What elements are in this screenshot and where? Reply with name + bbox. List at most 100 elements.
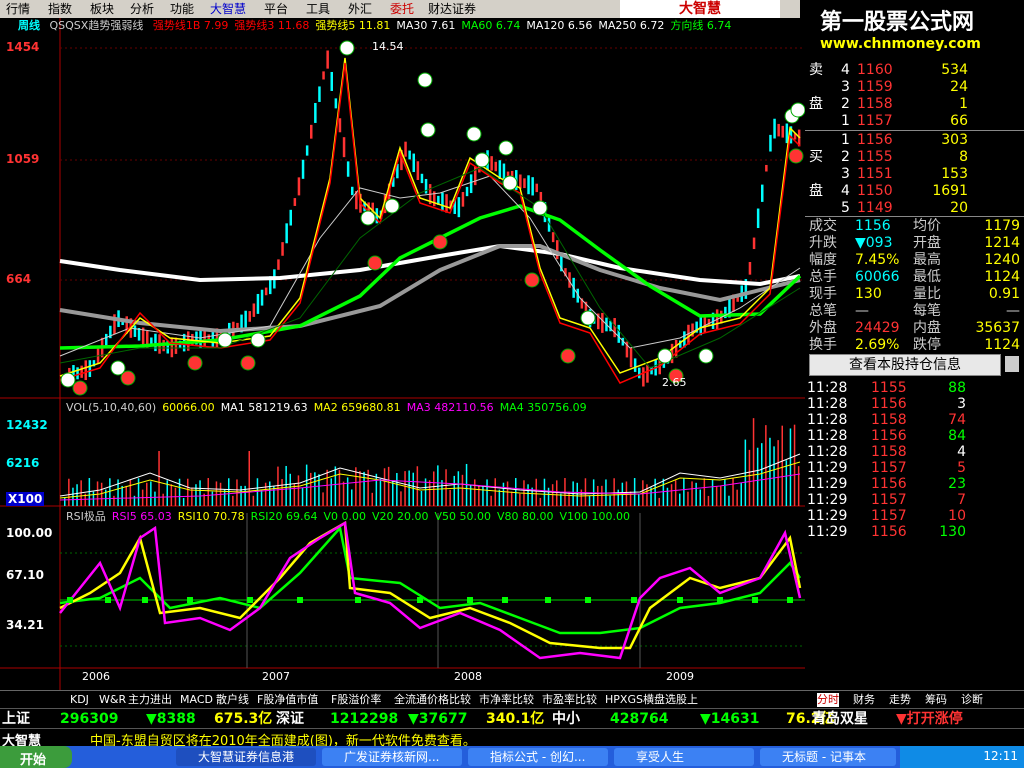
menu-bankuai[interactable]: 板块 [90, 1, 114, 17]
indicator-tab[interactable]: KDJ [70, 693, 89, 707]
volume-bar [658, 497, 660, 506]
index-ticker-item: 1212298 [330, 711, 399, 727]
buy-level-row[interactable]: 盘 4 1150 1691 [805, 183, 1024, 200]
rsi-marker [585, 597, 591, 603]
chart-title-row: 周线 QSQSX趋势强弱线 强势线1B 7.99 强势线3 11.68 强势线5 1… [0, 18, 731, 34]
sell-level-row[interactable]: 3 1159 24 [805, 79, 1024, 96]
sell-level-row[interactable]: 卖 4 1160 534 [805, 62, 1024, 79]
taskbar: 开始 大智慧证券信息港 广发证券核新网... 指标公式 - 创幻... 享受人生… [0, 746, 1024, 768]
right-tab[interactable]: 财务 [853, 693, 875, 707]
volume-bar [400, 491, 402, 506]
candle [523, 178, 526, 189]
rsi10-line [59, 520, 802, 650]
indicator-value: 强势线3 11.68 [234, 19, 310, 32]
indicator-tab[interactable]: W&R [99, 693, 126, 707]
menu-gongju[interactable]: 工具 [306, 1, 330, 17]
scroll-right-icon[interactable] [1005, 356, 1019, 372]
indicator-value: MA60 6.74 [461, 19, 521, 32]
task-notepad[interactable]: 无标题 - 记事本 [760, 748, 896, 766]
buy-level-row[interactable]: 5 1149 20 [805, 200, 1024, 217]
buy-level-row[interactable]: 买 2 1155 8 [805, 149, 1024, 166]
volume-bar [740, 482, 742, 506]
tick-volume: 23 [948, 476, 966, 492]
watermark-title: 第一股票公式网 [820, 10, 975, 35]
indicator-tab[interactable]: MACD [180, 693, 213, 707]
volume-bar [371, 492, 373, 506]
volume-bar [457, 471, 460, 506]
volume-bar [326, 469, 328, 506]
volume-bar [683, 478, 685, 506]
menu-pingtai[interactable]: 平台 [264, 1, 288, 17]
menu-gongneng[interactable]: 功能 [170, 1, 194, 17]
indicator-tab[interactable]: 主力进出 [128, 693, 172, 707]
candle [277, 259, 280, 270]
volume-bar [170, 484, 173, 506]
stats-row: 总笔 — 每笔 — [805, 303, 1024, 320]
task-guangfa[interactable]: 广发证券核新网... [322, 748, 462, 766]
task-dazhihui[interactable]: 大智慧证券信息港 [176, 748, 316, 766]
holding-info-button[interactable]: 查看本股持仓信息 [809, 354, 1001, 376]
menu-zhishu[interactable]: 指数 [48, 1, 72, 17]
buy-level-row[interactable]: 1 1156 303 [805, 132, 1024, 149]
quote-panel: 卖 4 1160 534 3 1159 24 盘 2 1158 1 1 1157 66 1 1156 303 买 2… [805, 60, 1024, 378]
indicator-tab[interactable]: 市净率比较 [479, 693, 534, 707]
menu-weituo[interactable]: 委托 [390, 1, 414, 17]
indicator-tab[interactable]: 全流通价格比较 [394, 693, 471, 707]
vol-axis-label-top: 12432 [6, 418, 48, 432]
candle [420, 173, 424, 184]
rsi-axis-label-top: 100.00 [6, 526, 53, 540]
candle [465, 186, 469, 197]
volume-bar [256, 478, 259, 506]
right-tab[interactable]: 分时 [817, 693, 839, 707]
right-tab[interactable]: 诊断 [961, 693, 983, 707]
candle [334, 98, 338, 109]
start-button[interactable]: 开始 [0, 746, 72, 768]
volume-info-row: VOL(5,10,40,60) 60066.00 MA1 581219.63 MA2 … [60, 401, 587, 415]
level-price: 1159 [857, 79, 893, 95]
level-number: 5 [841, 200, 850, 216]
candle [646, 364, 649, 383]
year-label-2006: 2006 [82, 670, 110, 683]
volume-bar [543, 478, 546, 506]
rsi-marker [631, 597, 637, 603]
candle [264, 287, 268, 296]
menu-waihui[interactable]: 外汇 [348, 1, 372, 17]
volume-bar [490, 495, 492, 506]
tick-list[interactable]: 11:28 1155 88 11:28 1156 3 11:28 1158 74 11:28 115… [805, 378, 1024, 690]
sell-level-row[interactable]: 1 1157 66 [805, 113, 1024, 130]
level-price: 1150 [857, 183, 893, 199]
rsi-marker [297, 597, 303, 603]
menu-dazhihui[interactable]: 大智慧 [210, 1, 246, 17]
right-tab[interactable]: 走势 [889, 693, 911, 707]
indicator-tab[interactable]: HPXGS横盘选股上 [605, 693, 698, 707]
menu-hangqing[interactable]: 行情 [6, 1, 30, 17]
volume-bar [797, 466, 800, 506]
volume-bar [679, 493, 681, 506]
volume-bar [613, 478, 615, 506]
smiley-icon [250, 332, 266, 348]
buy-level-row[interactable]: 3 1151 153 [805, 166, 1024, 183]
right-tab[interactable]: 筹码 [925, 693, 947, 707]
candle [412, 153, 415, 173]
task-enjoy-life[interactable]: 享受人生 [614, 748, 754, 766]
task-formula[interactable]: 指标公式 - 创幻... [468, 748, 608, 766]
candle [756, 208, 760, 229]
stat-value: 24429 [855, 320, 900, 336]
menu-fenxi[interactable]: 分析 [130, 1, 154, 17]
rsi-marker [787, 597, 793, 603]
indicator-tab[interactable]: F股溢价率 [331, 693, 381, 707]
volume-bar [670, 484, 673, 506]
indicator-tab[interactable]: F股净值市值 [257, 693, 318, 707]
sell-level-row[interactable]: 盘 2 1158 1 [805, 96, 1024, 113]
volume-bar [638, 493, 640, 506]
indicator-tab[interactable]: 市盈率比较 [542, 693, 597, 707]
indicator-tab[interactable]: 散户线 [216, 693, 249, 707]
kline-chart-area[interactable] [0, 18, 805, 690]
stat-key: 开盘 [913, 235, 941, 251]
menu-caida[interactable]: 财达证券 [428, 1, 476, 17]
index-ticker-item: 上证 [2, 711, 30, 727]
candle [490, 156, 493, 171]
tick-row: 11:28 1156 84 [805, 428, 1024, 445]
stat-key: 幅度 [809, 252, 837, 268]
volume-indicator-value: VOL(5,10,40,60) [66, 401, 157, 414]
